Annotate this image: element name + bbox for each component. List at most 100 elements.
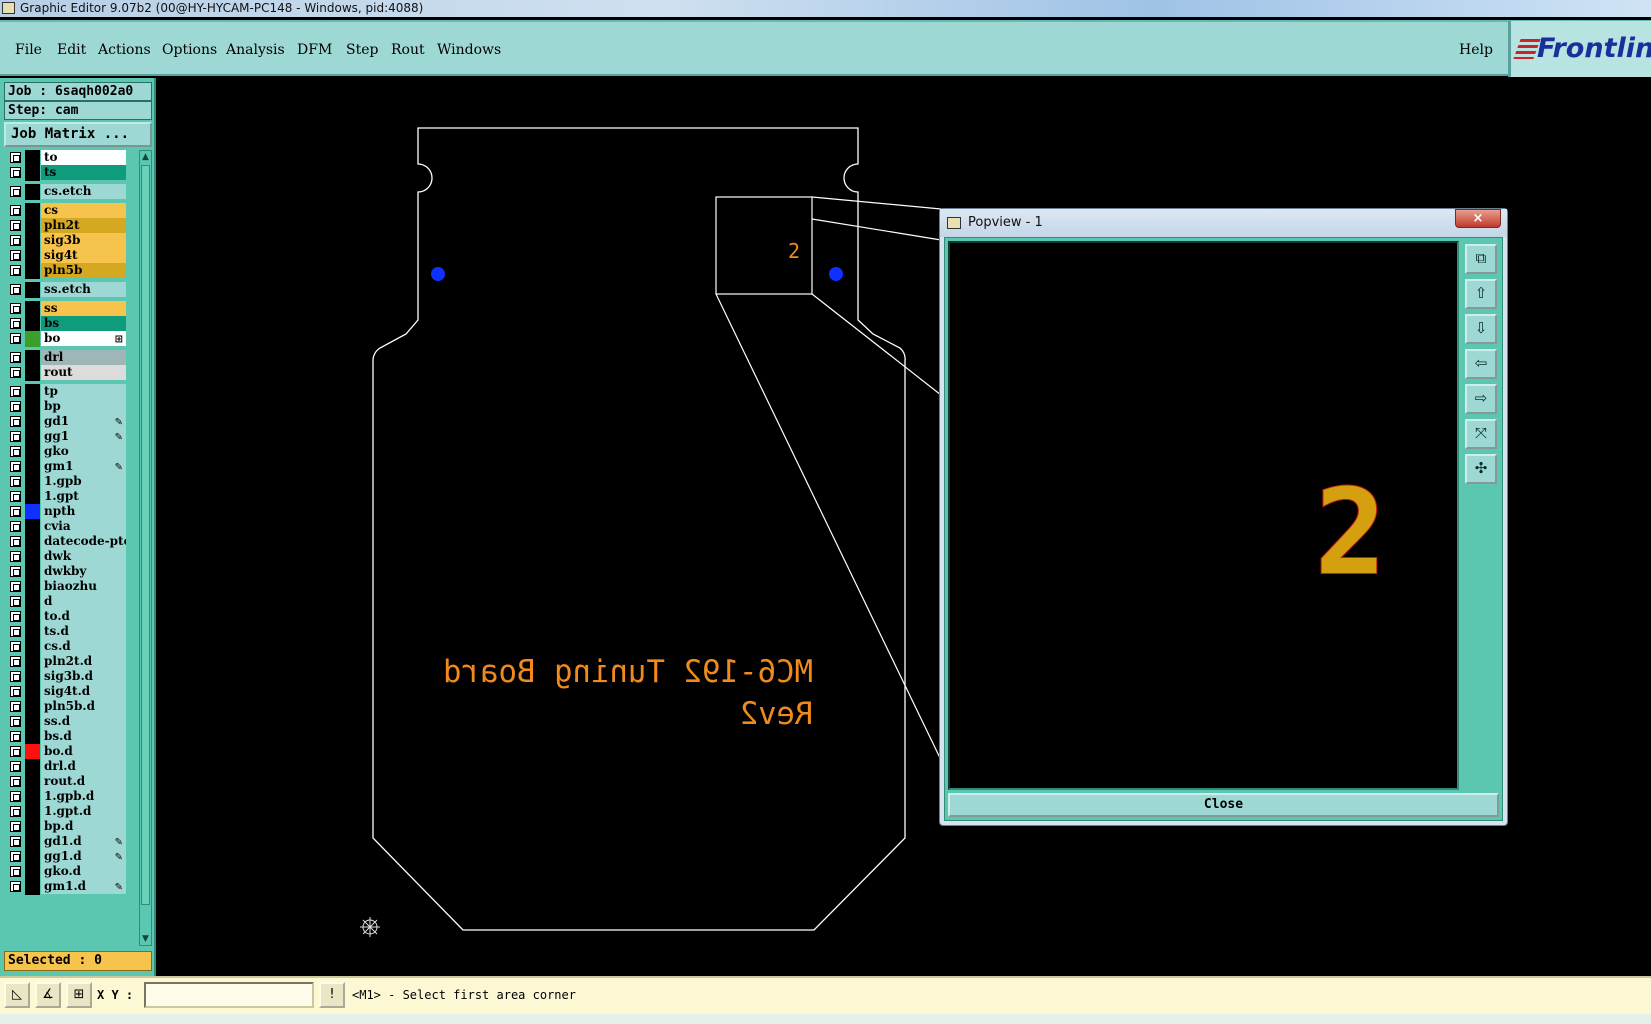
layer-name[interactable]: drl.d xyxy=(41,759,126,774)
layer-row[interactable]: dwkby xyxy=(4,564,140,580)
layer-name[interactable]: pln5b xyxy=(41,263,126,278)
menu-edit[interactable]: Edit xyxy=(57,42,86,58)
layer-name[interactable]: bp.d xyxy=(41,819,126,834)
popview-close-button[interactable]: Close xyxy=(948,793,1499,817)
layer-name[interactable]: ts.d xyxy=(41,624,126,639)
layer-row[interactable]: ss.d xyxy=(4,714,140,730)
layer-color-swatch[interactable] xyxy=(25,203,40,219)
layer-checkbox[interactable] xyxy=(10,303,21,314)
layer-name[interactable]: pln5b.d xyxy=(41,699,126,714)
layer-checkbox[interactable] xyxy=(10,626,21,637)
layer-checkbox[interactable] xyxy=(10,416,21,427)
layer-name[interactable]: sig3b.d xyxy=(41,669,126,684)
layer-color-swatch[interactable] xyxy=(25,879,40,895)
layer-color-swatch[interactable] xyxy=(25,834,40,850)
layer-color-swatch[interactable] xyxy=(25,474,40,490)
layer-checkbox[interactable] xyxy=(10,731,21,742)
layer-checkbox[interactable] xyxy=(10,186,21,197)
layer-name[interactable]: sig4t xyxy=(41,248,126,263)
layer-name[interactable]: to xyxy=(41,150,126,165)
layer-name[interactable]: ts xyxy=(41,165,126,180)
layer-row[interactable]: pln2t xyxy=(4,218,140,234)
layer-name[interactable]: ss.etch xyxy=(41,282,126,297)
layer-color-swatch[interactable] xyxy=(25,429,40,445)
layer-name[interactable]: gko.d xyxy=(41,864,126,879)
popview-viewport[interactable]: 2 xyxy=(948,241,1459,790)
layer-name[interactable]: ss.d xyxy=(41,714,126,729)
layer-checkbox[interactable] xyxy=(10,641,21,652)
layer-checkbox[interactable] xyxy=(10,701,21,712)
layer-name[interactable]: bs xyxy=(41,316,126,331)
layer-checkbox[interactable] xyxy=(10,205,21,216)
layer-color-swatch[interactable] xyxy=(25,564,40,580)
layer-row[interactable]: drl.d xyxy=(4,759,140,775)
layer-checkbox[interactable] xyxy=(10,776,21,787)
layer-checkbox[interactable] xyxy=(10,367,21,378)
scroll-thumb[interactable] xyxy=(141,165,150,905)
layer-name[interactable]: dwk xyxy=(41,549,126,564)
layer-name[interactable]: gg1.d ✎ xyxy=(41,849,126,864)
layer-name[interactable]: bo.d xyxy=(41,744,126,759)
layer-name[interactable]: gm1.d ✎ xyxy=(41,879,126,894)
layer-row[interactable]: 1.gpt xyxy=(4,489,140,505)
layer-name[interactable]: ss xyxy=(41,301,126,316)
layer-row[interactable]: cs.d xyxy=(4,639,140,655)
measure-mode-icon[interactable]: ∡ xyxy=(35,982,61,1008)
layer-color-swatch[interactable] xyxy=(25,282,40,298)
layer-checkbox[interactable] xyxy=(10,152,21,163)
layer-checkbox[interactable] xyxy=(10,220,21,231)
layer-name[interactable]: datecode-pte xyxy=(41,534,126,549)
layer-name[interactable]: cvia xyxy=(41,519,126,534)
layer-row[interactable]: bs xyxy=(4,316,140,332)
layer-color-swatch[interactable] xyxy=(25,609,40,625)
layer-color-swatch[interactable] xyxy=(25,184,40,200)
layer-row[interactable]: gko.d xyxy=(4,864,140,880)
layer-color-swatch[interactable] xyxy=(25,714,40,730)
layer-color-swatch[interactable] xyxy=(25,639,40,655)
layer-name[interactable]: npth xyxy=(41,504,126,519)
zoom-out-icon[interactable]: ✣ xyxy=(1465,454,1497,484)
layer-color-swatch[interactable] xyxy=(25,459,40,475)
layer-color-swatch[interactable] xyxy=(25,534,40,550)
layer-checkbox[interactable] xyxy=(10,250,21,261)
layer-color-swatch[interactable] xyxy=(25,669,40,685)
layer-color-swatch[interactable] xyxy=(25,399,40,415)
zoom-home-icon[interactable]: ⧉ xyxy=(1465,244,1497,274)
layer-name[interactable]: gd1 ✎ xyxy=(41,414,126,429)
layer-row[interactable]: bo ⊞ xyxy=(4,331,140,347)
grid-snap-icon[interactable]: ⊞ xyxy=(66,982,92,1008)
layer-checkbox[interactable] xyxy=(10,235,21,246)
layer-color-swatch[interactable] xyxy=(25,549,40,565)
layer-row[interactable]: npth xyxy=(4,504,140,520)
layer-row[interactable]: ss xyxy=(4,301,140,317)
layer-checkbox[interactable] xyxy=(10,686,21,697)
menu-actions[interactable]: Actions xyxy=(98,42,151,58)
layer-scrollbar[interactable]: ▲ ▼ xyxy=(139,150,152,946)
layer-row[interactable]: ss.etch xyxy=(4,282,140,298)
layer-checkbox[interactable] xyxy=(10,318,21,329)
layer-checkbox[interactable] xyxy=(10,333,21,344)
layer-checkbox[interactable] xyxy=(10,611,21,622)
layer-row[interactable]: ts.d xyxy=(4,624,140,640)
pan-down-icon[interactable]: ⇩ xyxy=(1465,314,1497,344)
layer-name[interactable]: to.d xyxy=(41,609,126,624)
layer-name[interactable]: gm1 ✎ xyxy=(41,459,126,474)
layer-checkbox[interactable] xyxy=(10,821,21,832)
layer-row[interactable]: cs xyxy=(4,203,140,219)
layer-row[interactable]: 1.gpb.d xyxy=(4,789,140,805)
layer-color-swatch[interactable] xyxy=(25,489,40,505)
layer-name[interactable]: d xyxy=(41,594,126,609)
layer-checkbox[interactable] xyxy=(10,401,21,412)
popview-title-bar[interactable]: Popview - 1 xyxy=(940,209,1507,237)
layer-checkbox[interactable] xyxy=(10,581,21,592)
layer-name[interactable]: bo ⊞ xyxy=(41,331,126,346)
layer-checkbox[interactable] xyxy=(10,671,21,682)
menu-step[interactable]: Step xyxy=(346,42,378,58)
layer-row[interactable]: to xyxy=(4,150,140,166)
layer-row[interactable]: drl xyxy=(4,350,140,366)
layer-checkbox[interactable] xyxy=(10,716,21,727)
layer-color-swatch[interactable] xyxy=(25,350,40,366)
layer-color-swatch[interactable] xyxy=(25,684,40,700)
menu-dfm[interactable]: DFM xyxy=(297,42,332,58)
layer-row[interactable]: datecode-pte xyxy=(4,534,140,550)
